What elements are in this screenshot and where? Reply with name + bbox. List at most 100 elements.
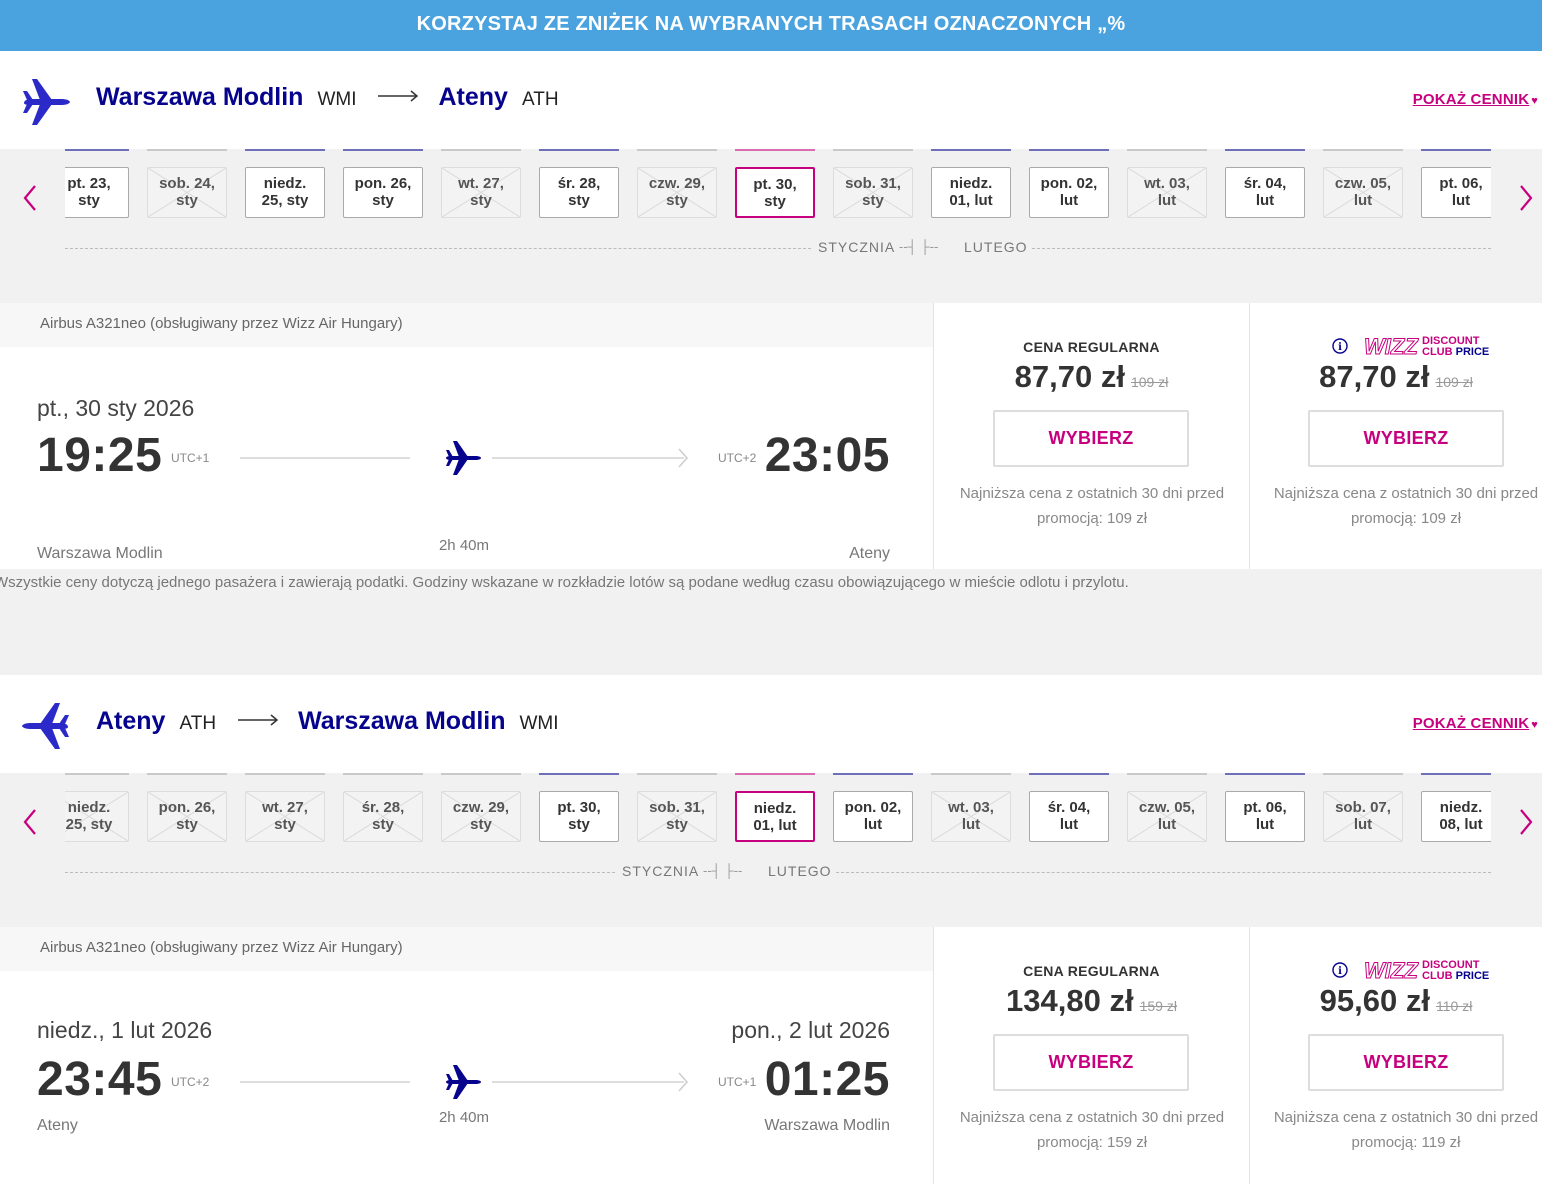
date-tile: sob. 31, sty — [637, 791, 717, 842]
route-arrow-icon — [378, 90, 419, 102]
date-tile: wt. 03, lut — [931, 791, 1011, 842]
date-tile: czw. 05, lut — [1127, 791, 1207, 842]
month-divider: STYCZNIA --┤ ├-- LUTEGO — [65, 239, 1491, 259]
date-tile[interactable]: pt. 06, lut — [1225, 791, 1305, 842]
regular-price-title: CENA REGULARNA — [1023, 339, 1160, 355]
date-tile[interactable]: niedz. 08, lut — [1421, 791, 1491, 842]
wizz-discount-club-logo[interactable]: i WIZZ DISCOUNT CLUB PRICE — [1332, 333, 1502, 357]
departure-city: Warszawa Modlin — [37, 545, 163, 562]
date-tile[interactable]: śr. 28, sty — [539, 167, 619, 218]
lowest-price-note: Najniższa cena z ostatnich 30 dni przed … — [1273, 485, 1539, 527]
airplane-icon — [23, 79, 70, 125]
date-tile-topline — [147, 149, 227, 151]
route-header: Ateny ATH Warszawa Modlin WMI POKAŻ CENN… — [0, 675, 1542, 773]
regular-price-row: 134,80 zł 159 zł — [934, 983, 1249, 1019]
month-separator: --┤ ├-- — [703, 863, 743, 878]
date-tile[interactable]: śr. 04, lut — [1029, 791, 1109, 842]
date-tile[interactable]: niedz. 25, sty — [245, 167, 325, 218]
regular-price: 87,70 zł — [1014, 359, 1125, 394]
select-club-button[interactable]: WYBIERZ — [1308, 410, 1504, 467]
date-tile-label: pt. 30, sty — [753, 176, 797, 210]
date-tile-topline — [441, 149, 521, 151]
date-tile-label: niedz. 01, lut — [949, 175, 993, 209]
svg-text:WIZZ: WIZZ — [1364, 334, 1419, 357]
destination-code: ATH — [521, 89, 559, 110]
chevron-left-icon[interactable] — [20, 807, 40, 837]
date-tile-topline — [1421, 773, 1491, 775]
club-old-price: 109 zł — [1435, 374, 1473, 390]
club-price-row: 95,60 zł 110 zł — [1250, 983, 1542, 1019]
date-tile-topline — [147, 773, 227, 775]
show-pricelist-link[interactable]: POKAŻ CENNIK ♥ — [1413, 715, 1538, 732]
airplane-icon — [22, 703, 69, 749]
aircraft-info: Airbus A321neo (obsługiwany przez Wizz A… — [0, 927, 933, 971]
select-club-button[interactable]: WYBIERZ — [1308, 1034, 1504, 1091]
date-tile[interactable]: śr. 04, lut — [1225, 167, 1305, 218]
date-tile-label: pt. 06, lut — [1439, 175, 1483, 209]
promo-banner[interactable]: KORZYSTAJ ZE ZNIŻEK NA WYBRANYCH TRASACH… — [0, 0, 1542, 51]
date-tile[interactable]: pon. 26, sty — [343, 167, 423, 218]
flight-duration: 2h 40m — [438, 537, 490, 554]
chevron-right-icon — [678, 448, 688, 468]
club-price-card: i WIZZ DISCOUNT CLUB PRICE 95,60 zł 110 z… — [1249, 927, 1542, 1184]
departure-time: 19:25 — [37, 429, 163, 482]
svg-text:CLUB PRICE: CLUB PRICE — [1422, 346, 1489, 357]
price-disclaimer: Wszystkie ceny dotyczą jednego pasażera … — [0, 574, 1129, 591]
date-tile[interactable]: pt. 30, sty — [735, 167, 815, 218]
date-tile[interactable]: pt. 23, sty — [65, 167, 129, 218]
club-price: 95,60 zł — [1319, 983, 1430, 1018]
date-tile[interactable]: pt. 30, sty — [539, 791, 619, 842]
month-right-label: LUTEGO — [964, 239, 1028, 255]
month-left-label: STYCZNIA — [818, 239, 896, 255]
date-tile-topline — [343, 149, 423, 151]
club-price-card: i WIZZ DISCOUNT CLUB PRICE 87,70 zł 109 z… — [1249, 303, 1542, 569]
arrival-utc: UTC+2 — [718, 451, 757, 465]
svg-text:i: i — [1338, 966, 1342, 977]
destination-city: Ateny — [438, 83, 508, 111]
date-tile[interactable]: niedz. 01, lut — [931, 167, 1011, 218]
arrival-city: Ateny — [849, 545, 890, 562]
regular-price: 134,80 zł — [1006, 983, 1134, 1018]
date-tile: wt. 27, sty — [441, 167, 521, 218]
regular-price-card: CENA REGULARNA 87,70 zł 109 zł WYBIERZ Na… — [933, 303, 1249, 569]
airplane-icon — [446, 441, 481, 475]
month-divider: STYCZNIA --┤ ├-- LUTEGO — [65, 863, 1491, 883]
date-tile-topline — [441, 773, 521, 775]
destination-city: Warszawa Modlin — [298, 707, 506, 735]
route-header: Warszawa Modlin WMI Ateny ATH POKAŻ CENN… — [0, 51, 1542, 149]
chevron-right-icon[interactable] — [1516, 807, 1536, 837]
svg-text:WIZZ: WIZZ — [1364, 958, 1419, 981]
select-regular-button[interactable]: WYBIERZ — [993, 1034, 1189, 1091]
date-tile[interactable]: pon. 02, lut — [1029, 167, 1109, 218]
section-gap — [0, 594, 1542, 675]
date-tile[interactable]: niedz. 01, lut — [735, 791, 815, 842]
regular-price-card: CENA REGULARNA 134,80 zł 159 zł WYBIERZ N… — [933, 927, 1249, 1184]
arrival-date: pon., 2 lut 2026 — [731, 1017, 890, 1043]
outbound-section: Warszawa Modlin WMI Ateny ATH POKAŻ CENN… — [0, 51, 1542, 571]
svg-text:i: i — [1338, 342, 1342, 353]
chevron-right-icon[interactable] — [1516, 183, 1536, 213]
date-tile-label: śr. 04, lut — [1243, 175, 1287, 209]
arrival-city: Warszawa Modlin — [764, 1117, 890, 1134]
regular-price-row: 87,70 zł 109 zł — [934, 359, 1249, 395]
date-tile-label: pt. 30, sty — [557, 799, 601, 833]
origin-city: Warszawa Modlin — [96, 83, 304, 111]
inbound-section: Ateny ATH Warszawa Modlin WMI POKAŻ CENN… — [0, 675, 1542, 1184]
wizz-discount-club-logo[interactable]: i WIZZ DISCOUNT CLUB PRICE — [1332, 957, 1502, 981]
lowest-price-note: Najniższa cena z ostatnich 30 dni przed … — [1273, 1109, 1539, 1151]
pricelist-label: POKAŻ CENNIK — [1412, 715, 1530, 732]
departure-city: Ateny — [37, 1117, 78, 1134]
chevron-left-icon[interactable] — [20, 183, 40, 213]
date-tile-label: pon. 02, lut — [1040, 175, 1098, 209]
club-old-price: 110 zł — [1435, 998, 1473, 1014]
date-tile[interactable]: pon. 02, lut — [833, 791, 913, 842]
arrival-time: 01:25 — [764, 1053, 890, 1106]
date-tile-topline — [735, 773, 815, 775]
date-selector: niedz. 25, sty pon. 26, sty wt. 27, sty śr.… — [0, 773, 1542, 927]
flight-line-right — [492, 457, 684, 459]
month-left-label: STYCZNIA — [622, 863, 700, 879]
show-pricelist-link[interactable]: POKAŻ CENNIK ♥ — [1413, 91, 1538, 108]
date-tile-topline — [65, 773, 129, 775]
select-regular-button[interactable]: WYBIERZ — [993, 410, 1189, 467]
date-tile[interactable]: pt. 06, lut — [1421, 167, 1491, 218]
